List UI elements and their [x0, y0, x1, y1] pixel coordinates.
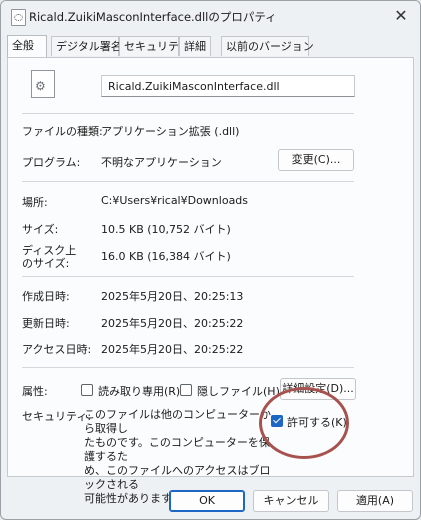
accessed-value: 2025年5月20日、20:25:22 — [101, 343, 244, 356]
created-value: 2025年5月20日、20:25:13 — [101, 290, 244, 303]
general-panel: ⚙ Ricald.ZuikiMasconInterface.dll ファイルの種… — [7, 57, 414, 505]
security-label: セキュリティ: — [22, 410, 92, 423]
annotation-circle — [259, 387, 349, 459]
attributes-label: 属性: — [22, 385, 48, 398]
location-value: C:¥Users¥rical¥Downloads — [101, 194, 249, 207]
size-label: サイズ: — [22, 223, 59, 236]
tab-general[interactable]: 全般 — [7, 35, 47, 57]
location-label: 場所: — [22, 196, 48, 209]
file-name-field[interactable]: Ricald.ZuikiMasconInterface.dll — [101, 75, 355, 97]
security-warning-line: め、このファイルへのアクセスはブロックされる — [84, 464, 271, 491]
program-value: 不明なアプリケーション — [101, 156, 222, 169]
file-type-value: アプリケーション拡張 (.dll) — [101, 125, 240, 138]
tab-security[interactable]: セキュリティ — [119, 36, 189, 56]
apply-button[interactable]: 適用(A) — [337, 490, 413, 512]
gear-icon: ⚙ — [35, 79, 46, 93]
file-type-label: ファイルの種類: — [22, 125, 103, 138]
modified-value: 2025年5月20日、20:25:22 — [101, 317, 244, 330]
cancel-button[interactable]: キャンセル — [253, 490, 329, 512]
modified-label: 更新日時: — [22, 317, 70, 330]
disk-size-label-line2: のサイズ: — [22, 257, 70, 270]
separator — [22, 181, 354, 182]
security-warning-line: たものです。このコンピューターを保護するた — [84, 436, 270, 463]
file-type-icon: ⚙ — [31, 70, 55, 98]
dll-file-icon — [11, 9, 26, 26]
separator — [22, 367, 354, 368]
change-button[interactable]: 変更(C)... — [278, 149, 354, 171]
ok-button[interactable]: OK — [169, 490, 245, 512]
close-button[interactable]: ✕ — [388, 5, 414, 27]
separator — [22, 113, 354, 114]
size-value: 10.5 KB (10,752 バイト) — [101, 223, 231, 236]
program-label: プログラム: — [22, 156, 81, 169]
hidden-label[interactable]: 隠しファイル(H) — [197, 383, 280, 399]
readonly-checkbox[interactable] — [81, 384, 93, 396]
accessed-label: アクセス日時: — [22, 343, 92, 356]
tab-previous-versions[interactable]: 以前のバージョン — [221, 36, 314, 56]
tab-digital-signatures[interactable]: デジタル署名 — [51, 36, 122, 56]
tab-strip: 全般 デジタル署名 セキュリティ 詳細 以前のバージョン — [7, 35, 415, 58]
hidden-checkbox[interactable] — [180, 384, 192, 396]
disk-size-value: 16.0 KB (16,384 バイト) — [101, 250, 231, 263]
title-bar: Ricald.ZuikiMasconInterface.dllのプロパティ ✕ — [1, 1, 420, 31]
security-warning-line: このファイルは他のコンピューターから取得し — [84, 408, 271, 435]
window-title: Ricald.ZuikiMasconInterface.dllのプロパティ — [29, 10, 277, 24]
readonly-label[interactable]: 読み取り専用(R) — [98, 383, 180, 399]
separator — [22, 276, 354, 277]
properties-dialog: Ricald.ZuikiMasconInterface.dllのプロパティ ✕ … — [0, 0, 421, 520]
tab-details[interactable]: 詳細 — [179, 36, 211, 56]
created-label: 作成日時: — [22, 290, 70, 303]
